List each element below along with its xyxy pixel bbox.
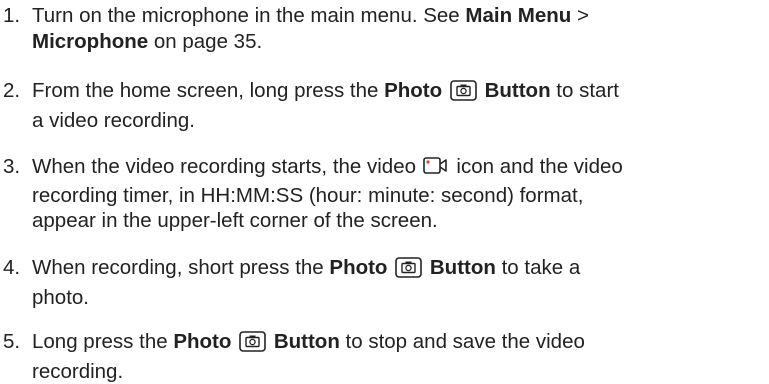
button-label: Button bbox=[273, 330, 340, 353]
step-text-part: When recording, short press the bbox=[32, 256, 330, 279]
button-label: Button bbox=[484, 79, 551, 102]
step-text-part: recording. bbox=[32, 359, 124, 383]
step-text-part: Turn on the microphone in the main menu.… bbox=[32, 4, 466, 27]
step-text-part: appear in the upper-left corner of the s… bbox=[32, 209, 438, 232]
step-text: When the video recording starts, the vid… bbox=[32, 154, 762, 234]
step-number: 4. bbox=[3, 256, 21, 279]
step-text-part: > bbox=[571, 4, 589, 27]
photo-label: Photo bbox=[173, 330, 232, 353]
step-text-part: photo. bbox=[32, 285, 89, 309]
step-text-part: From the home screen, long press the bbox=[32, 79, 385, 102]
step-text: When recording, short press the Photo Bu… bbox=[32, 255, 762, 310]
photo-label: Photo bbox=[384, 79, 443, 102]
camera-button-icon bbox=[450, 80, 477, 108]
step-text-part: to take a bbox=[495, 256, 581, 279]
main-menu-reference: Main Menu bbox=[465, 4, 572, 27]
step-text-part: to stop and save the video bbox=[339, 330, 585, 353]
camera-button-icon bbox=[395, 257, 422, 285]
instruction-list: 1. Turn on the microphone in the main me… bbox=[0, 0, 769, 384]
step-number: 1. bbox=[3, 4, 21, 27]
microphone-reference: Microphone bbox=[32, 29, 149, 53]
video-camera-icon bbox=[422, 156, 449, 183]
button-label: Button bbox=[429, 256, 496, 279]
step-number: 5. bbox=[3, 330, 21, 353]
step-text: Long press the Photo Button to stop and … bbox=[32, 329, 762, 384]
step-text-part: When the video recording starts, the vid… bbox=[32, 155, 422, 178]
camera-button-icon bbox=[239, 331, 266, 359]
step-text-part: a video recording. bbox=[32, 108, 195, 132]
step-number: 2. bbox=[3, 79, 21, 102]
step-number: 3. bbox=[3, 155, 21, 178]
step-text: Turn on the microphone in the main menu.… bbox=[32, 3, 762, 54]
step-text-part: icon and the video bbox=[450, 155, 623, 178]
photo-label: Photo bbox=[329, 256, 388, 279]
step-text-part: recording timer, in HH:MM:SS (hour: minu… bbox=[32, 183, 584, 207]
step-text: From the home screen, long press the Pho… bbox=[32, 78, 762, 133]
step-text-part: to start bbox=[550, 79, 619, 102]
page-reference: on page 35. bbox=[148, 29, 263, 53]
step-text-part: Long press the bbox=[32, 330, 174, 353]
